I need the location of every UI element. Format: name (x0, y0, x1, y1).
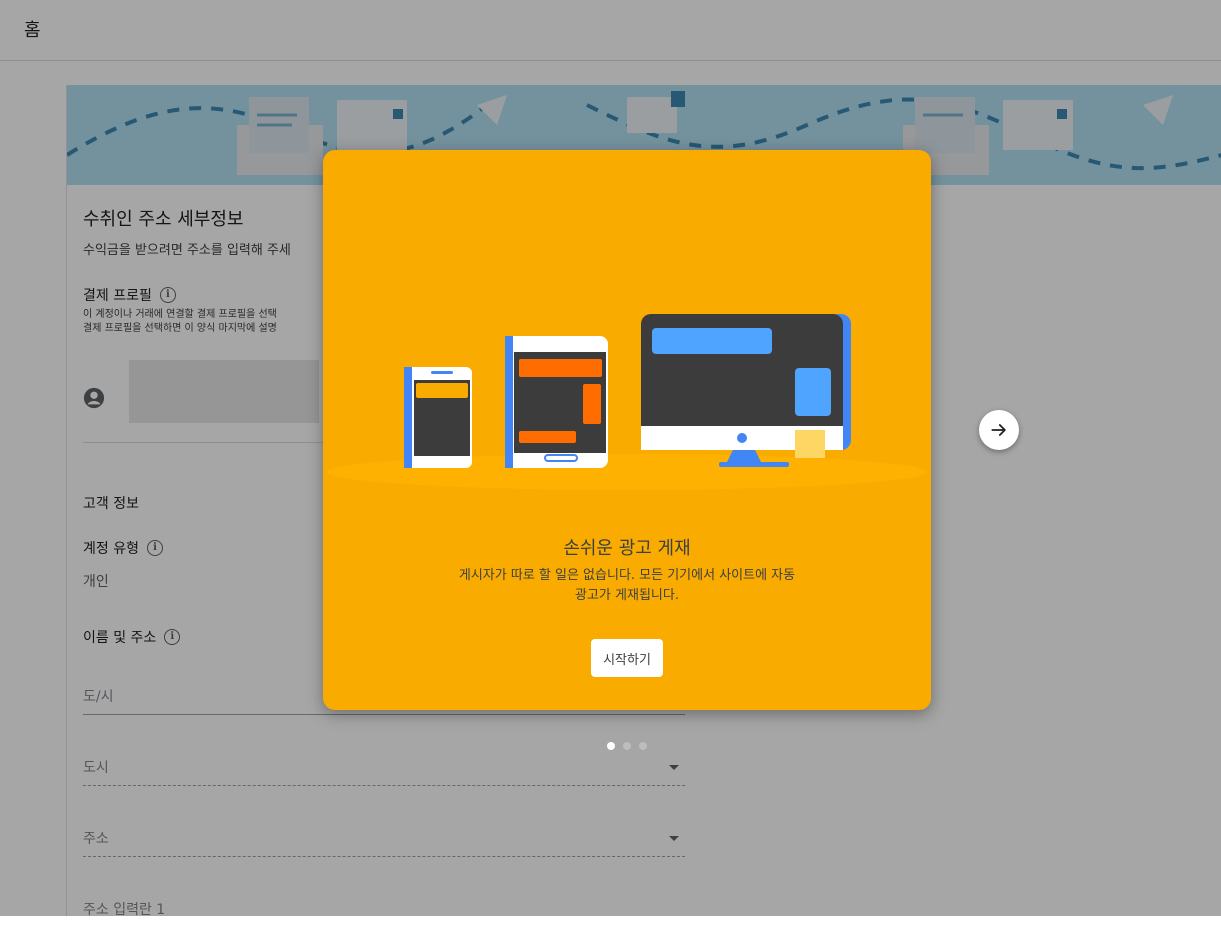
modal-title: 손쉬운 광고 게재 (563, 538, 691, 559)
modal-description-line1: 게시자가 따로 할 일은 없습니다. 모든 기기에서 사이트에 자동 (458, 568, 796, 583)
next-slide-button[interactable] (979, 410, 1019, 450)
phone-icon (404, 367, 472, 468)
carousel-dot-2[interactable] (623, 742, 631, 750)
onboarding-modal: 손쉬운 광고 게재 게시자가 따로 할 일은 없습니다. 모든 기기에서 사이트… (323, 150, 931, 710)
carousel-dot-3[interactable] (639, 742, 647, 750)
carousel-dots (607, 742, 647, 750)
desktop-icon (641, 314, 851, 467)
modal-description: 게시자가 따로 할 일은 없습니다. 모든 기기에서 사이트에 자동 광고가 게… (413, 566, 841, 606)
arrow-right-icon (991, 424, 1006, 436)
carousel-dot-1[interactable] (607, 742, 615, 750)
tablet-icon (505, 336, 608, 468)
devices-illustration (327, 314, 927, 490)
start-button[interactable]: 시작하기 (591, 639, 663, 677)
modal-description-line2: 광고가 게재됩니다. (575, 588, 679, 603)
